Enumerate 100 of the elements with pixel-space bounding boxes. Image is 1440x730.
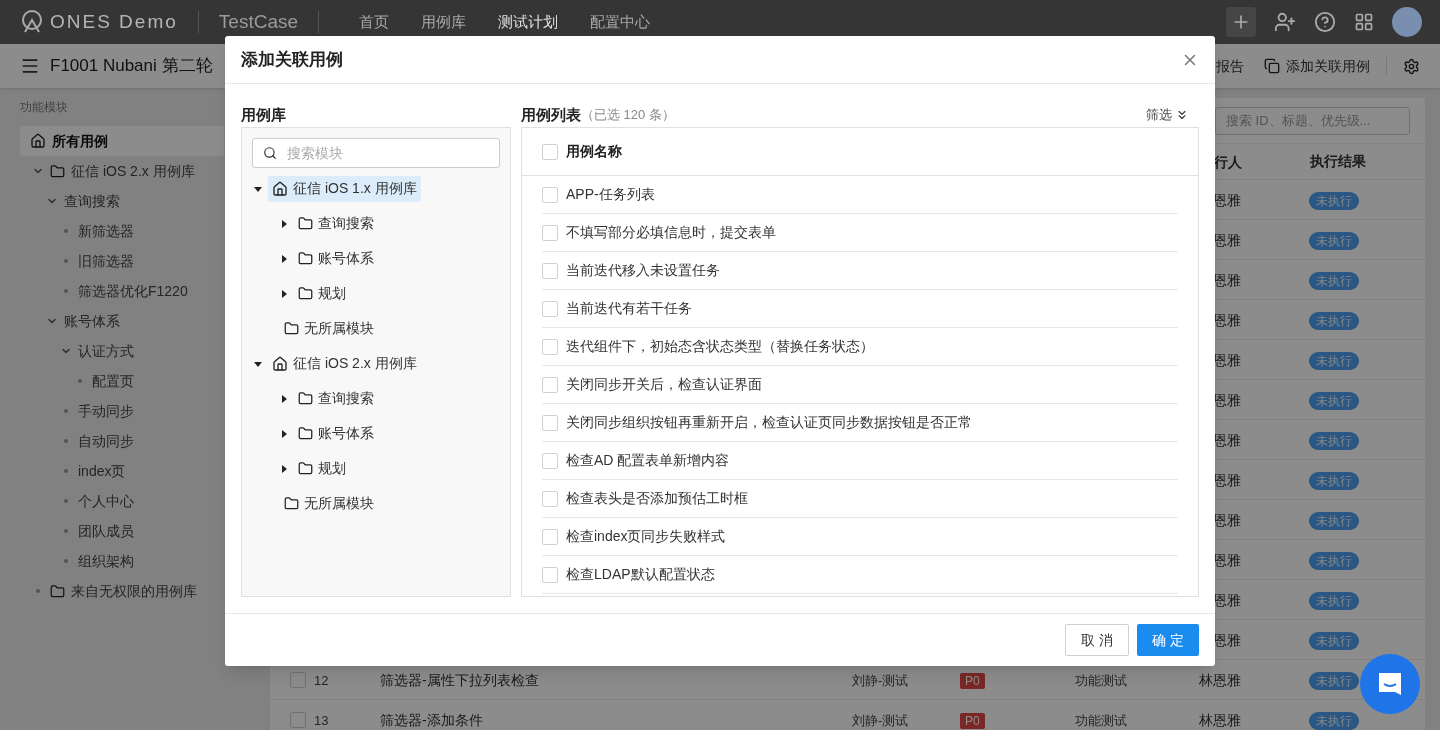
library-tree-item[interactable]: 规划 <box>294 455 350 482</box>
library-tree-item[interactable]: 账号体系 <box>294 245 378 272</box>
case-name: 迭代组件下，初始态含状态类型（替换任务状态） <box>566 337 874 356</box>
table-cell: 13 <box>314 712 329 728</box>
module-name: 团队成员 <box>78 521 134 541</box>
case-name: 检查index页同步失败样式 <box>566 527 726 546</box>
add-related-button[interactable]: 添加关联用例 <box>1264 55 1370 77</box>
cancel-button[interactable]: 取 消 <box>1065 624 1130 656</box>
library-tree-item[interactable]: 账号体系 <box>294 420 378 447</box>
folder-icon <box>298 391 313 406</box>
case-checkbox[interactable] <box>542 452 558 469</box>
nav-link[interactable]: 配置中心 <box>590 10 650 34</box>
caret-icon[interactable] <box>280 394 288 403</box>
module-name: 筛选器优化F1220 <box>78 281 188 301</box>
module-tree-item[interactable]: 所有用例 <box>20 126 224 156</box>
folder-icon <box>298 461 313 476</box>
case-name: 关闭同步组织按钮再重新开启，检查认证页同步数据按钮是否正常 <box>566 413 972 432</box>
case-name: 检查表头是否添加预估工时框 <box>566 489 748 508</box>
caret-icon[interactable] <box>280 429 288 438</box>
priority-badge: P0 <box>960 672 985 689</box>
help-icon[interactable] <box>1314 11 1336 33</box>
module-name: 手动同步 <box>78 401 134 421</box>
table-cell: 功能测试 <box>1075 712 1127 728</box>
caret-icon[interactable] <box>280 254 288 263</box>
nav-link[interactable]: 测试计划 <box>498 10 558 34</box>
home-icon <box>272 355 288 372</box>
status-badge: 未执行 <box>1309 671 1359 690</box>
bullet-icon <box>64 469 68 473</box>
row-checkbox[interactable] <box>290 711 306 728</box>
case-name: 当前迭代有若干任务 <box>566 299 692 318</box>
select-all-checkbox[interactable] <box>542 143 558 160</box>
nav-link[interactable]: 首页 <box>359 10 389 34</box>
module-name: 来自无权限的用例库 <box>71 581 197 601</box>
settings-icon[interactable] <box>1403 57 1420 75</box>
table-cell: 林恩雅 <box>1199 711 1241 728</box>
status-badge: 未执行 <box>1309 391 1359 410</box>
table-cell: 功能测试 <box>1075 672 1127 688</box>
library-tree-item[interactable]: 无所属模块 <box>280 490 378 517</box>
case-checkbox[interactable] <box>542 376 558 393</box>
case-name: 当前迭代移入未设置任务 <box>566 261 720 280</box>
logo-icon <box>20 10 44 34</box>
case-checkbox[interactable] <box>542 528 558 545</box>
status-badge: 未执行 <box>1309 551 1359 570</box>
list-title: 用例列表 <box>521 104 581 125</box>
module-name: 账号体系 <box>64 311 120 331</box>
library-tree-item[interactable]: 无所属模块 <box>280 315 378 342</box>
library-tree-item[interactable]: 查询搜索 <box>294 210 378 237</box>
status-badge: 未执行 <box>1309 351 1359 370</box>
add-user-icon[interactable] <box>1274 11 1296 33</box>
plan-title: F1001 Nubani 第二轮 <box>50 55 213 78</box>
table-cell: 林恩雅 <box>1199 671 1241 688</box>
module-search-field[interactable]: 搜索模块 <box>252 138 500 168</box>
case-checkbox[interactable] <box>542 414 558 431</box>
case-checkbox[interactable] <box>542 262 558 279</box>
status-badge: 未执行 <box>1309 311 1359 330</box>
module-name: 认证方式 <box>78 341 134 361</box>
row-checkbox[interactable] <box>290 671 306 688</box>
bullet-icon <box>64 499 68 503</box>
confirm-button[interactable]: 确 定 <box>1137 624 1199 656</box>
library-tree-item[interactable]: 征信 iOS 2.x 用例库 <box>268 350 421 377</box>
table-cell: 12 <box>314 672 329 688</box>
table-cell[interactable]: 筛选器-属性下拉列表检查 <box>380 671 539 688</box>
case-name: 关闭同步开关后，检查认证界面 <box>566 375 762 394</box>
bullet-icon <box>64 229 68 233</box>
bullet-icon <box>64 289 68 293</box>
caret-icon[interactable] <box>254 184 262 193</box>
case-checkbox[interactable] <box>542 186 558 203</box>
case-checkbox[interactable] <box>542 300 558 317</box>
menu-icon[interactable] <box>20 56 40 76</box>
avatar[interactable] <box>1392 7 1422 37</box>
status-badge: 未执行 <box>1309 191 1359 210</box>
nav-link[interactable]: 用例库 <box>421 10 466 34</box>
report-button[interactable]: 报告 <box>1216 55 1244 77</box>
table-cell: 刘静-测试 <box>852 712 909 728</box>
library-tree-item[interactable]: 征信 iOS 1.x 用例库 <box>268 175 421 202</box>
bullet-icon <box>64 559 68 563</box>
status-badge: 未执行 <box>1309 271 1359 290</box>
case-checkbox[interactable] <box>542 224 558 241</box>
home-icon <box>30 133 46 149</box>
caret-icon[interactable] <box>280 219 288 228</box>
library-tree-item[interactable]: 查询搜索 <box>294 385 378 412</box>
selected-count: （已选 120 条） <box>581 106 675 125</box>
library-label: 用例库 <box>241 105 287 125</box>
filter-button[interactable]: 筛选 <box>1146 105 1189 125</box>
module-name: 旧筛选器 <box>78 251 134 271</box>
apps-grid-icon[interactable] <box>1354 12 1374 32</box>
copy-icon <box>1264 58 1280 74</box>
case-checkbox[interactable] <box>542 566 558 583</box>
module-name: 查询搜索 <box>64 191 120 211</box>
library-tree-item[interactable]: 规划 <box>294 280 350 307</box>
caret-icon[interactable] <box>280 464 288 473</box>
caret-icon[interactable] <box>280 289 288 298</box>
add-button[interactable] <box>1226 7 1256 37</box>
product-name: TestCase <box>218 9 298 34</box>
column-header: 用例名称 <box>566 142 622 161</box>
module-name: 征信 iOS 2.x 用例库 <box>71 161 195 181</box>
table-cell[interactable]: 筛选器-添加条件 <box>380 711 483 728</box>
case-checkbox[interactable] <box>542 338 558 355</box>
case-checkbox[interactable] <box>542 490 558 507</box>
caret-icon[interactable] <box>254 359 262 368</box>
